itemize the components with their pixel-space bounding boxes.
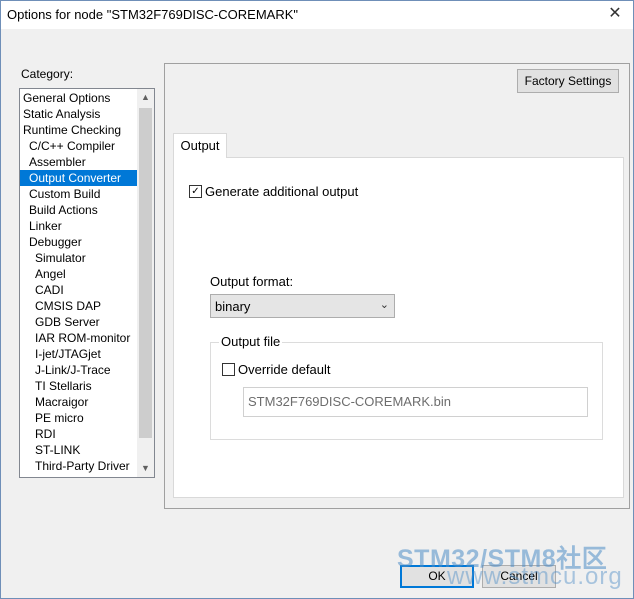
category-item[interactable]: PE micro bbox=[20, 410, 137, 426]
category-item[interactable]: Simulator bbox=[20, 250, 137, 266]
watermark-url: www.stmcu.org bbox=[447, 563, 623, 590]
output-file-path-value: STM32F769DISC-COREMARK.bin bbox=[248, 394, 451, 409]
category-item[interactable]: Debugger bbox=[20, 234, 137, 250]
category-label: Category: bbox=[21, 67, 74, 81]
scroll-up-icon[interactable]: ▲ bbox=[137, 89, 154, 106]
category-item[interactable]: Static Analysis bbox=[20, 106, 137, 122]
category-item[interactable]: Macraigor bbox=[20, 394, 137, 410]
output-file-path-field[interactable]: STM32F769DISC-COREMARK.bin bbox=[243, 387, 588, 417]
tab-output[interactable]: Output bbox=[173, 133, 227, 158]
dialog-title: Options for node "STM32F769DISC-COREMARK… bbox=[7, 7, 298, 22]
close-icon[interactable]: ✕ bbox=[603, 3, 627, 25]
category-item[interactable]: RDI bbox=[20, 426, 137, 442]
category-item[interactable]: Assembler bbox=[20, 154, 137, 170]
category-item[interactable]: GDB Server bbox=[20, 314, 137, 330]
options-panel: Factory Settings Output ✓ Generate addit… bbox=[164, 63, 630, 509]
output-format-value: binary bbox=[215, 299, 251, 314]
scroll-thumb[interactable] bbox=[139, 108, 152, 438]
output-file-group-label: Output file bbox=[219, 334, 283, 349]
options-dialog: Options for node "STM32F769DISC-COREMARK… bbox=[0, 0, 634, 599]
override-default-label[interactable]: Override default bbox=[238, 362, 331, 377]
category-item[interactable]: Build Actions bbox=[20, 202, 137, 218]
title-bar: Options for node "STM32F769DISC-COREMARK… bbox=[1, 1, 633, 29]
category-item[interactable]: Custom Build bbox=[20, 186, 137, 202]
factory-settings-button[interactable]: Factory Settings bbox=[517, 69, 619, 93]
category-item[interactable]: Runtime Checking bbox=[20, 122, 137, 138]
category-item[interactable]: Linker bbox=[20, 218, 137, 234]
category-item[interactable]: C/C++ Compiler bbox=[20, 138, 137, 154]
category-list[interactable]: ▲ ▼ General Options Static Analysis Runtim… bbox=[19, 88, 155, 478]
category-item[interactable]: Angel bbox=[20, 266, 137, 282]
category-item[interactable]: IAR ROM-monitor bbox=[20, 330, 137, 346]
scroll-down-icon[interactable]: ▼ bbox=[137, 460, 154, 477]
generate-output-label[interactable]: Generate additional output bbox=[205, 184, 358, 199]
output-file-group: Output file Override default STM32F769DI… bbox=[210, 334, 603, 440]
category-item[interactable]: ST-LINK bbox=[20, 442, 137, 458]
generate-output-checkbox[interactable]: ✓ bbox=[189, 185, 202, 198]
category-item[interactable]: CMSIS DAP bbox=[20, 298, 137, 314]
category-item[interactable]: Third-Party Driver bbox=[20, 458, 137, 474]
override-default-checkbox[interactable] bbox=[222, 363, 235, 376]
category-scrollbar[interactable]: ▲ ▼ bbox=[137, 89, 154, 477]
category-item[interactable]: I-jet/JTAGjet bbox=[20, 346, 137, 362]
output-format-label: Output format: bbox=[210, 274, 294, 289]
category-item[interactable]: Output Converter bbox=[20, 170, 137, 186]
category-item[interactable]: CADI bbox=[20, 282, 137, 298]
category-item[interactable]: General Options bbox=[20, 90, 137, 106]
category-item[interactable]: TI Stellaris bbox=[20, 378, 137, 394]
chevron-down-icon: ⌄ bbox=[379, 299, 389, 311]
output-format-select[interactable]: binary ⌄ bbox=[210, 294, 395, 318]
category-item[interactable]: J-Link/J-Trace bbox=[20, 362, 137, 378]
output-tab-page: ✓ Generate additional output Output form… bbox=[173, 157, 624, 498]
